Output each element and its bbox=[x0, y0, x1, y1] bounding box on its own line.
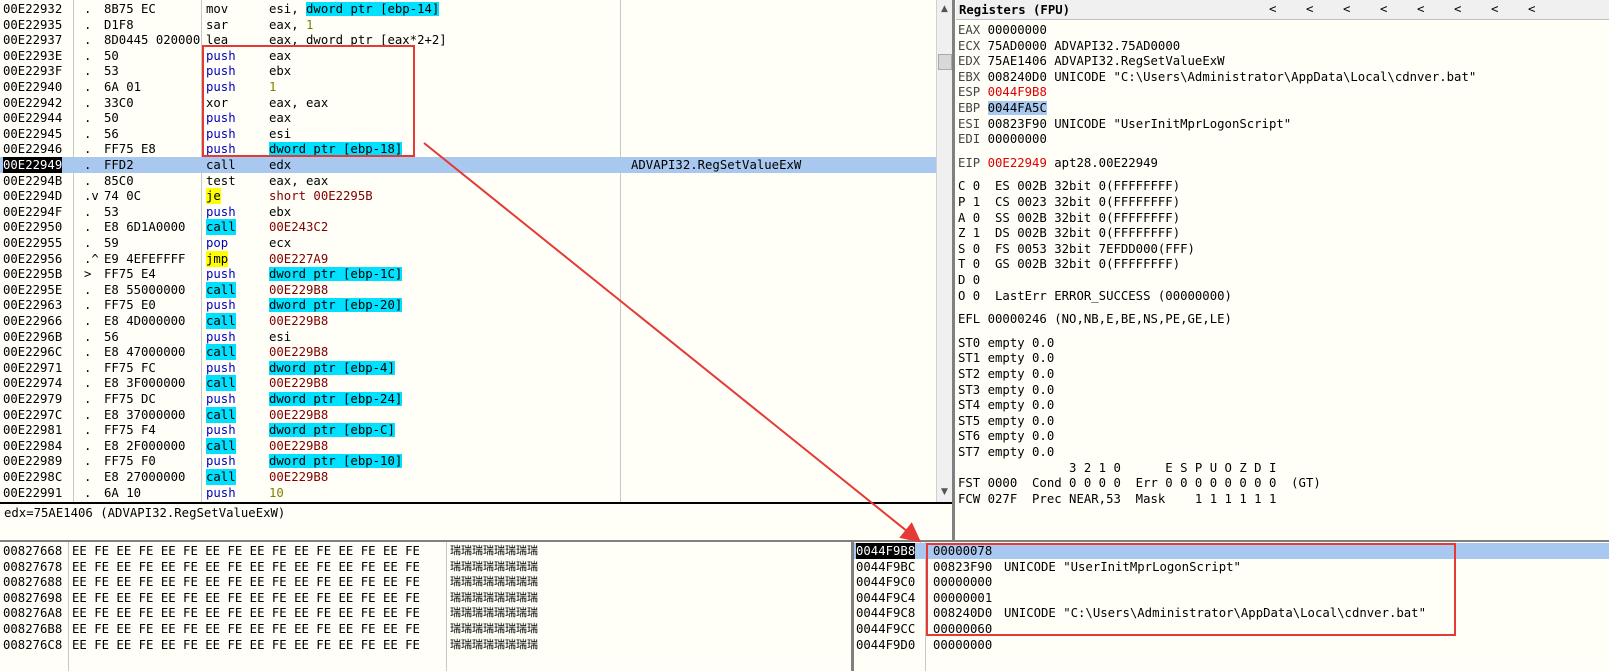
annotation-arrow bbox=[423, 142, 922, 543]
